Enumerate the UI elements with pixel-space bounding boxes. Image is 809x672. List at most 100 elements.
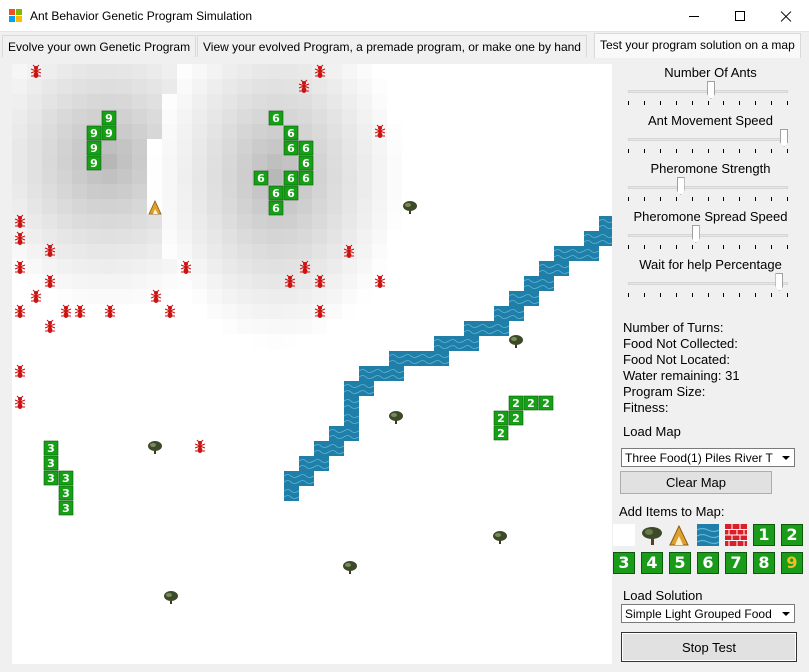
food-9-tile[interactable]: 9 <box>781 552 803 574</box>
pheromone-cell <box>72 229 87 244</box>
food-label: 6 <box>302 142 310 155</box>
pheromone-cell <box>192 109 207 124</box>
pheromone-cell <box>312 184 327 199</box>
slider-thumb[interactable] <box>707 81 716 99</box>
nest-icon[interactable] <box>668 524 690 546</box>
pheromone-cell <box>72 169 87 184</box>
pheromone-cell <box>27 184 42 199</box>
pheromone-cell <box>372 229 387 244</box>
ant-icon <box>30 289 42 303</box>
ant-icon <box>374 274 386 288</box>
pheromone-cell <box>327 154 342 169</box>
slider-thumb[interactable] <box>676 177 685 195</box>
map-canvas[interactable]: 333 3332 2 22 22666 666 6666699 999 <box>12 64 612 664</box>
food-4-tile[interactable]: 4 <box>641 552 663 574</box>
water-cell <box>314 441 329 456</box>
pheromone-cell <box>327 319 342 334</box>
brick-wall-icon[interactable] <box>725 524 747 546</box>
tab-evolve[interactable]: Evolve your own Genetic Program <box>2 35 197 57</box>
pheromone-cell <box>357 124 372 139</box>
food-1-tile[interactable]: 1 <box>753 524 775 546</box>
water-tile[interactable] <box>696 524 720 546</box>
pheromone-cell <box>387 154 402 169</box>
pheromone-cell <box>342 139 357 154</box>
water-cell <box>404 351 419 366</box>
pheromone-cell <box>222 64 237 79</box>
pheromone-cell <box>162 109 177 124</box>
tree-icon[interactable] <box>641 524 663 546</box>
slider-thumb[interactable] <box>775 273 784 291</box>
food-7-tile[interactable]: 7 <box>725 552 747 574</box>
simulation-map[interactable]: 3333332222226666666666699999 <box>12 64 612 664</box>
pheromone-cell <box>222 139 237 154</box>
number-of-ants-slider[interactable] <box>628 81 788 105</box>
food-6-tile[interactable]: 6 <box>697 552 719 574</box>
pheromone-cell <box>357 184 372 199</box>
water-cell <box>284 486 299 501</box>
pheromone-cell <box>372 94 387 109</box>
slider-thumb[interactable] <box>691 225 700 243</box>
pheromone-cell <box>57 184 72 199</box>
pheromone-cell <box>357 94 372 109</box>
pheromone-cell <box>297 319 312 334</box>
slider-thumb[interactable] <box>780 129 788 147</box>
tree-highlight <box>345 563 351 567</box>
pheromone-cell <box>357 214 372 229</box>
minimize-button[interactable] <box>671 0 717 32</box>
water-cell <box>344 396 359 411</box>
ant-movement-speed-label: Ant Movement Speed <box>647 113 774 128</box>
pheromone-cell <box>327 124 342 139</box>
tab-view-program[interactable]: View your evolved Program, a premade pro… <box>197 35 587 57</box>
pheromone-cell <box>12 199 27 214</box>
pheromone-cell <box>57 169 72 184</box>
pheromone-cell <box>162 244 177 259</box>
water-cell <box>329 426 344 441</box>
pheromone-cell <box>192 259 207 274</box>
load-map-dropdown[interactable]: Three Food(1) Piles River T <box>621 448 795 467</box>
pheromone-cell <box>12 109 27 124</box>
pheromone-cell <box>312 244 327 259</box>
pheromone-cell <box>57 274 72 289</box>
food-label: 3 <box>47 472 55 485</box>
water-cell <box>584 231 599 246</box>
pheromone-cell <box>297 274 312 289</box>
tab-strip: Evolve your own Genetic Program View you… <box>0 33 809 58</box>
pheromone-cell <box>282 214 297 229</box>
pheromone-cell <box>27 139 42 154</box>
pheromone-cell <box>252 184 267 199</box>
pheromone-cell <box>147 184 162 199</box>
maximize-button[interactable] <box>717 0 763 32</box>
pheromone-spread-speed-slider[interactable] <box>628 225 788 249</box>
ant-movement-speed-slider[interactable] <box>628 129 788 153</box>
clear-map-button[interactable]: Clear Map <box>620 471 772 494</box>
pheromone-strength-slider[interactable] <box>628 177 788 201</box>
empty-tile[interactable] <box>613 524 635 546</box>
pheromone-cell <box>327 244 342 259</box>
stop-test-button[interactable]: Stop Test <box>621 632 797 662</box>
pheromone-cell <box>342 199 357 214</box>
pheromone-cell <box>237 319 252 334</box>
food-5-tile[interactable]: 5 <box>669 552 691 574</box>
close-button[interactable] <box>763 0 809 32</box>
food-3-tile[interactable]: 3 <box>613 552 635 574</box>
load-solution-dropdown[interactable]: Simple Light Grouped Food <box>621 604 795 623</box>
food-8-tile[interactable]: 8 <box>753 552 775 574</box>
tab-test-program[interactable]: Test your program solution on a map <box>594 33 801 58</box>
pheromone-cell <box>117 214 132 229</box>
water-cell <box>329 441 344 456</box>
chevron-down-icon[interactable] <box>778 605 794 622</box>
pheromone-cell <box>237 79 252 94</box>
food-label: 3 <box>62 472 70 485</box>
water-cell <box>359 381 374 396</box>
chevron-down-icon[interactable] <box>778 449 794 466</box>
pheromone-cell <box>312 79 327 94</box>
pheromone-cell <box>132 259 147 274</box>
pheromone-cell <box>252 289 267 304</box>
food-2-tile[interactable]: 2 <box>781 524 803 546</box>
pheromone-cell <box>162 214 177 229</box>
tree-highlight <box>150 443 156 447</box>
wait-for-help-slider[interactable] <box>628 273 788 297</box>
pheromone-cell <box>27 259 42 274</box>
pheromone-cell <box>327 169 342 184</box>
pheromone-cell <box>42 79 57 94</box>
